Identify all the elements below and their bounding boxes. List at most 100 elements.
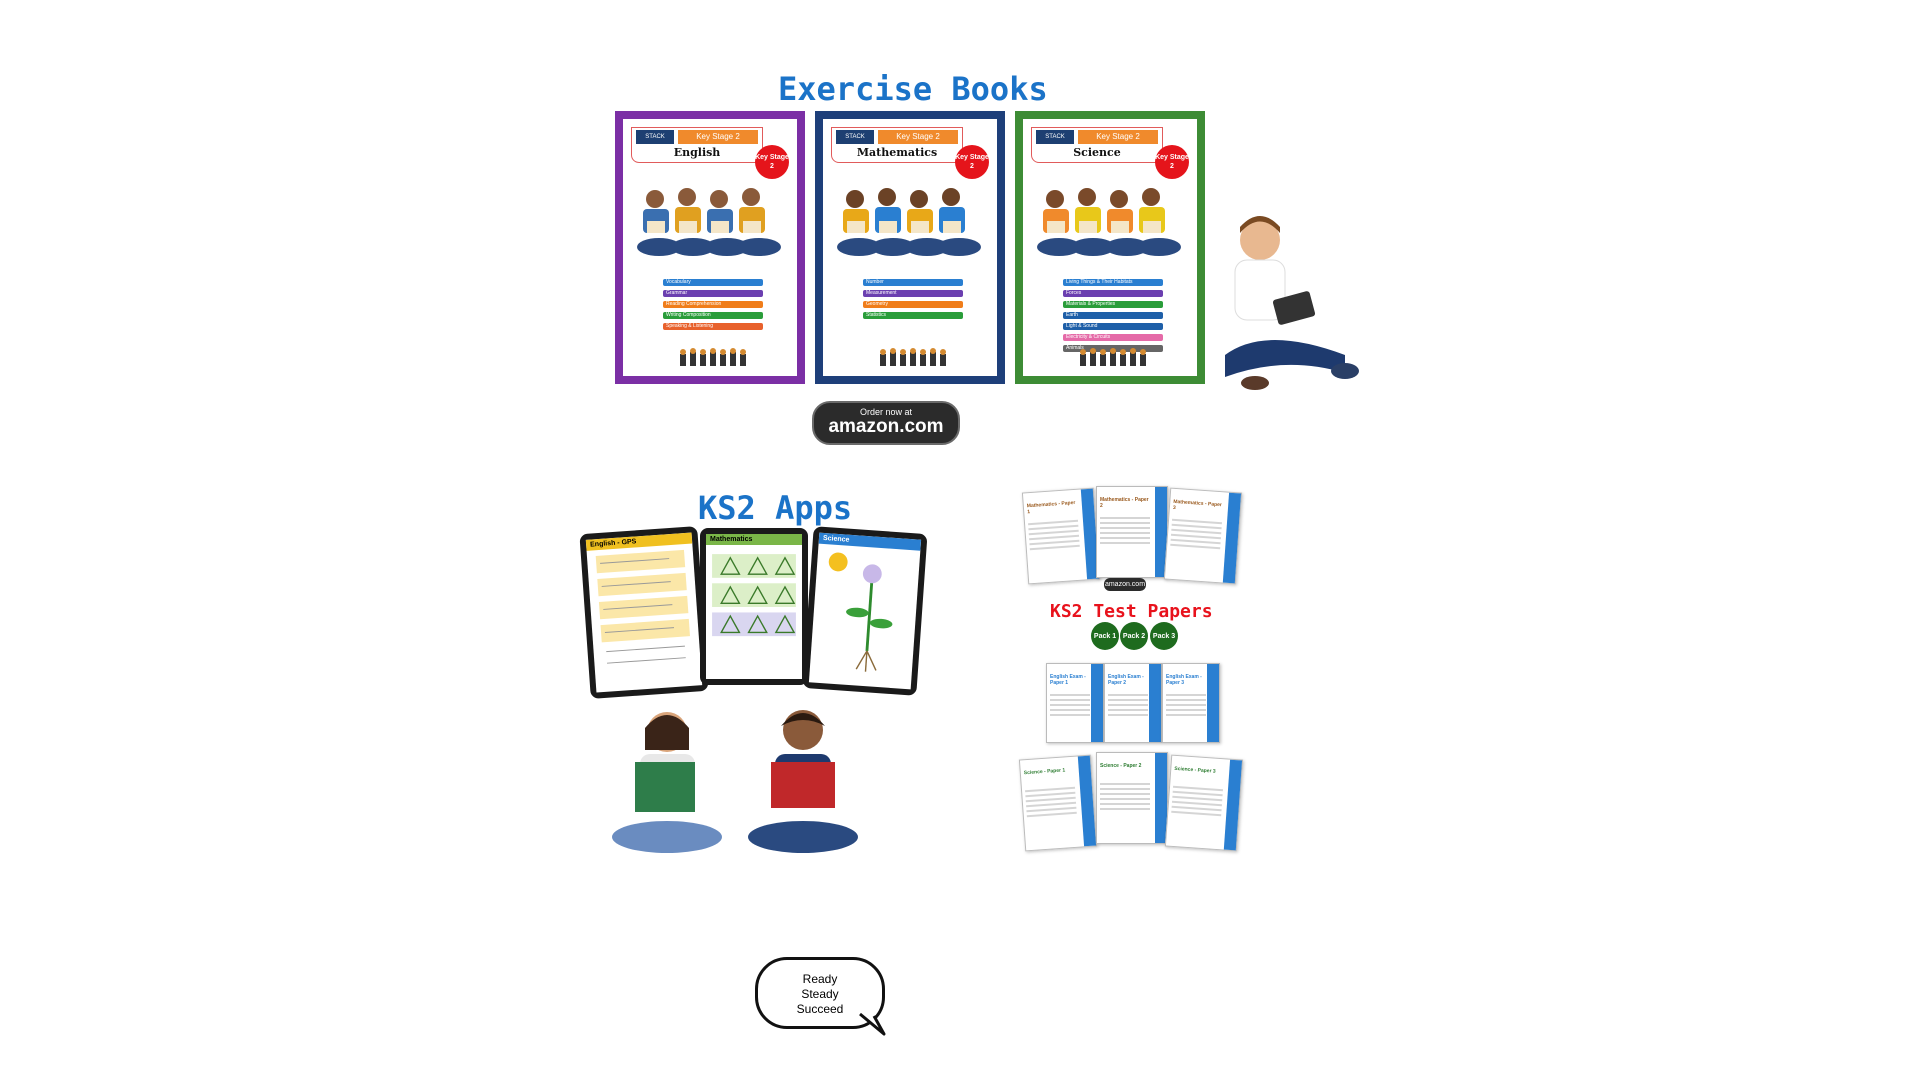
topic-bar: Vocabulary (663, 279, 763, 286)
topic-bar: Earth (1063, 312, 1163, 319)
paper-strip (1207, 664, 1219, 742)
learning-stack-logo: STACK (636, 130, 674, 144)
topic-bar: Forces (1063, 290, 1163, 297)
topic-list: Living Things & Their Habitats Forces Mate… (1063, 279, 1163, 356)
bubble-line-1: Ready (802, 972, 838, 986)
topic-bar: Grammar (663, 290, 763, 297)
tablet-mathematics-app[interactable]: Mathematics (700, 528, 808, 685)
paper-title: Science - Paper 3 (1174, 765, 1216, 775)
mascot-figures-image (880, 348, 946, 366)
test-paper-english-1[interactable]: English Exam - Paper 1 (1046, 663, 1104, 743)
book-cover-mathematics[interactable]: STACK Key Stage 2 Mathematics Key Stage … (815, 111, 1005, 384)
paper-title: Science - Paper 2 (1100, 763, 1142, 769)
test-paper-math-2[interactable]: Mathematics - Paper 2 (1096, 486, 1168, 578)
paper-title: English Exam - Paper 2 (1108, 674, 1144, 686)
ks2-test-papers-title: KS2 Test Papers (1050, 601, 1213, 622)
pack-2-button[interactable]: Pack 2 (1120, 622, 1148, 650)
key-stage-label: Key Stage 2 (678, 130, 758, 144)
boy-with-tablet-image (1225, 216, 1359, 390)
book-cover-science[interactable]: STACK Key Stage 2 Science Key Stage 2 Li… (1015, 111, 1205, 384)
learning-stack-logo: STACK (836, 130, 874, 144)
key-stage-badge: Key Stage 2 (1155, 145, 1189, 179)
bubble-line-2: Steady (801, 987, 839, 1001)
key-stage-badge: Key Stage 2 (955, 145, 989, 179)
book-header: STACK Key Stage 2 Science (1031, 127, 1163, 163)
test-paper-science-2[interactable]: Science - Paper 2 (1096, 752, 1168, 844)
children-reading-image (1037, 188, 1181, 256)
paper-title: Mathematics - Paper 3 (1172, 498, 1223, 512)
worksheet-content (712, 554, 796, 637)
topic-bar: Measurement (863, 290, 963, 297)
test-paper-math-1[interactable]: Mathematics - Paper 1 (1021, 487, 1101, 585)
topic-bar: Reading Comprehension (663, 301, 763, 308)
test-paper-science-1[interactable]: Science - Paper 1 (1018, 754, 1098, 852)
tablet-screen: English - GPS (585, 532, 703, 693)
topic-bar: Living Things & Their Habitats (1063, 279, 1163, 286)
worksheet-content (595, 549, 690, 664)
tablet-science-app[interactable]: Science (802, 526, 928, 696)
book-cover-inner: STACK Key Stage 2 Mathematics Key Stage … (823, 119, 997, 376)
paper-lines (1171, 785, 1224, 819)
pack-1-button[interactable]: Pack 1 (1091, 622, 1119, 650)
tablet-english-app[interactable]: English - GPS (579, 526, 709, 699)
paper-strip (1149, 664, 1161, 742)
plant-diagram-image (828, 552, 893, 672)
test-paper-math-3[interactable]: Mathematics - Paper 3 (1163, 487, 1243, 585)
topic-bar: Speaking & Listening (663, 323, 763, 330)
paper-lines (1100, 517, 1150, 547)
topic-bar: Electricity & Circuits (1063, 334, 1163, 341)
paper-title: Science - Paper 1 (1023, 767, 1066, 777)
children-reading-image (637, 188, 781, 256)
amazon-button-logo-text: amazon.com (828, 416, 944, 437)
ks2-apps-title: KS2 Apps (698, 489, 853, 527)
book-cover-inner: STACK Key Stage 2 Science Key Stage 2 Li… (1023, 119, 1197, 376)
paper-title: English Exam - Paper 1 (1050, 674, 1086, 686)
paper-lines (1100, 783, 1150, 813)
topic-bar: Number (863, 279, 963, 286)
paper-lines (1025, 786, 1077, 820)
paper-title: Mathematics - Paper 2 (1100, 497, 1149, 509)
test-paper-science-3[interactable]: Science - Paper 3 (1164, 754, 1244, 852)
paper-lines (1108, 694, 1148, 719)
test-paper-english-3[interactable]: English Exam - Paper 3 (1162, 663, 1220, 743)
topic-bar: Writing Composition (663, 312, 763, 319)
order-on-amazon-button[interactable]: Order now at amazon.com (812, 401, 960, 445)
paper-lines (1028, 519, 1080, 553)
key-stage-label: Key Stage 2 (1078, 130, 1158, 144)
paper-lines (1166, 694, 1206, 719)
book-cover-english[interactable]: STACK Key Stage 2 English Key Stage 2 Vo… (615, 111, 805, 384)
book-header: STACK Key Stage 2 English (631, 127, 763, 163)
paper-strip (1222, 492, 1242, 584)
topic-list: Number Measurement Geometry Statistics (863, 279, 963, 323)
children-reading-image (837, 188, 981, 256)
key-stage-badge: Key Stage 2 (755, 145, 789, 179)
paper-lines (1050, 694, 1090, 719)
topic-list: Vocabulary Grammar Reading Comprehension Wr… (663, 279, 763, 334)
topic-bar: Geometry (863, 301, 963, 308)
amazon-mini-badge[interactable]: amazon.com (1104, 578, 1146, 591)
learning-stack-logo: STACK (1036, 130, 1074, 144)
pack-3-button[interactable]: Pack 3 (1150, 622, 1178, 650)
tablet-screen: Science (808, 532, 922, 690)
mascot-figures-image (1080, 348, 1146, 366)
key-stage-label: Key Stage 2 (878, 130, 958, 144)
mascot-figures-image (680, 348, 746, 366)
book-subject: Mathematics (856, 146, 938, 159)
paper-strip (1077, 755, 1097, 847)
topic-bar: Materials & Properties (1063, 301, 1163, 308)
children-reading-books-image (612, 710, 858, 853)
tablet-app-title: Mathematics (706, 534, 802, 545)
paper-strip (1091, 664, 1103, 742)
paper-title: Mathematics - Paper 1 (1026, 499, 1076, 516)
book-cover-inner: STACK Key Stage 2 English Key Stage 2 Vo… (623, 119, 797, 376)
exercise-books-title: Exercise Books (778, 70, 1048, 108)
test-paper-english-2[interactable]: English Exam - Paper 2 (1104, 663, 1162, 743)
paper-lines (1170, 518, 1223, 552)
tablet-screen: Mathematics (706, 534, 802, 679)
book-header: STACK Key Stage 2 Mathematics (831, 127, 963, 163)
paper-strip (1223, 759, 1243, 851)
paper-title: English Exam - Paper 3 (1166, 674, 1202, 686)
book-subject: English (673, 146, 721, 159)
book-subject: Science (1073, 146, 1121, 159)
speech-bubble-tail (859, 1012, 886, 1036)
